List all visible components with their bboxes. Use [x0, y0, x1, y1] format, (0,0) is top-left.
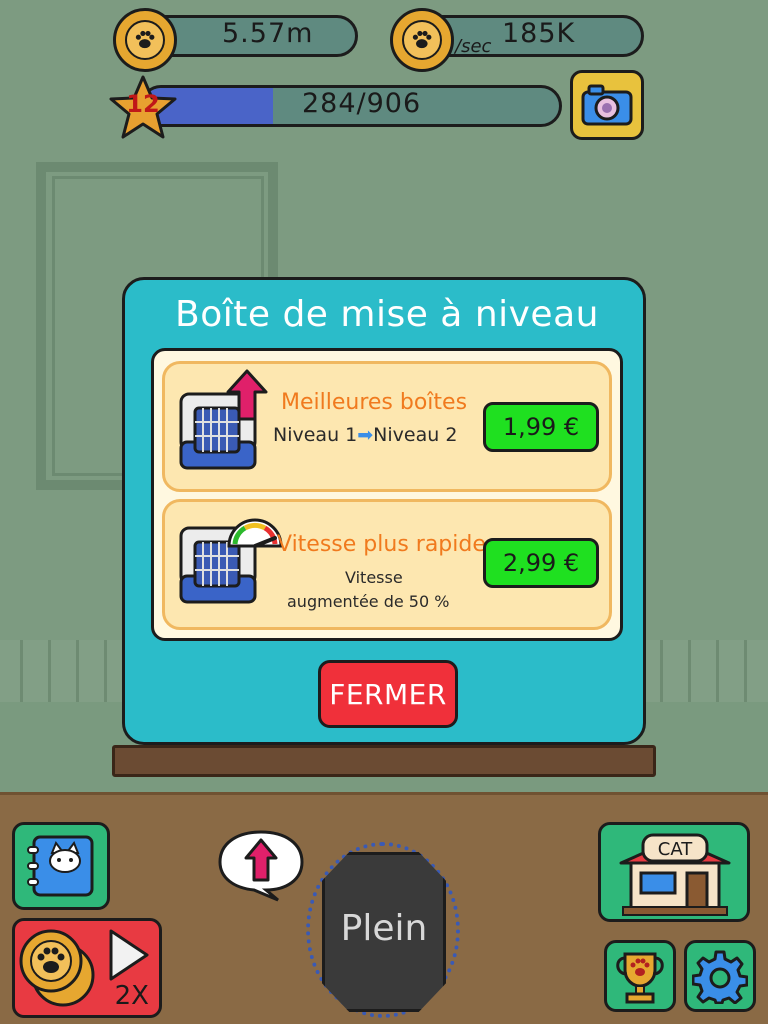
gear-icon	[692, 950, 748, 1004]
settings-button[interactable]	[684, 940, 756, 1012]
cat-shop-icon: CAT	[619, 833, 731, 916]
upgrade-item-better-boxes: Meilleures boîtes Niveau 1➡Niveau 2 1,99…	[162, 361, 612, 492]
double-income-boost-button[interactable]: 2X	[12, 918, 162, 1018]
money-value: 5.57m	[222, 18, 314, 49]
wooden-platform	[112, 745, 656, 777]
box-status-label: Plein	[340, 908, 428, 949]
cat-book-icon	[27, 835, 94, 897]
cat-book-button[interactable]	[12, 822, 110, 910]
boost-multiplier: 2X	[114, 981, 149, 1011]
upgrade-item-faster-speed: Vitesse plus rapide Vitesse augmentée de…	[162, 499, 612, 630]
rate-unit: /sec	[455, 36, 492, 57]
paw-coin-icon	[113, 8, 177, 72]
play-icon	[109, 929, 149, 981]
camera-button[interactable]	[570, 70, 644, 140]
buy-faster-speed-button[interactable]: 2,99 €	[483, 538, 599, 588]
paw-coin-icon	[390, 8, 454, 72]
level-to: Niveau 2	[373, 424, 458, 446]
upgrade-level-change: Niveau 1➡Niveau 2	[273, 424, 457, 446]
level-number: 12	[126, 90, 160, 118]
paw-coins-icon	[19, 929, 95, 1007]
achievements-button[interactable]	[604, 940, 676, 1012]
upgrade-desc-line2: augmentée de 50 %	[287, 592, 450, 611]
trophy-icon	[616, 952, 664, 1004]
upgrade-list: Meilleures boîtes Niveau 1➡Niveau 2 1,99…	[151, 348, 623, 641]
income-rate-value: 185K	[502, 18, 576, 49]
dialog-title: Boîte de mise à niveau	[175, 294, 599, 335]
cat-shop-button[interactable]: CAT	[598, 822, 750, 922]
speed-gauge-icon	[227, 518, 283, 548]
upgrade-title: Meilleures boîtes	[281, 390, 468, 415]
red-up-arrow-icon	[226, 369, 268, 421]
buy-better-boxes-button[interactable]: 1,99 €	[483, 402, 599, 452]
level-from: Niveau 1	[273, 424, 358, 446]
xp-value: 284/906	[302, 88, 422, 119]
shop-sign-text: CAT	[658, 839, 693, 860]
arrow-right-icon: ➡	[357, 424, 374, 446]
upgrade-title: Vitesse plus rapide	[277, 532, 486, 557]
upgrade-box-button[interactable]	[216, 828, 306, 902]
camera-icon	[581, 84, 633, 126]
close-button[interactable]: FERMER	[318, 660, 458, 728]
upgrade-desc-line1: Vitesse	[345, 568, 403, 587]
upgrade-box-dialog: Boîte de mise à niveau Meilleures boîtes…	[122, 277, 646, 745]
